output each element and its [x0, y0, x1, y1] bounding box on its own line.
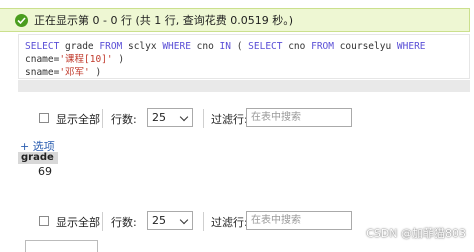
sql-line-2: sname='邓军' ): [25, 66, 463, 79]
filter-rows-input[interactable]: 在表中搜索: [246, 108, 352, 127]
sql-token: WHERE: [162, 41, 191, 52]
rows-select-value: 25: [152, 111, 166, 124]
chevron-down-icon: [179, 112, 189, 122]
query-actions-bar: [18, 80, 470, 92]
sql-token: grade: [59, 41, 100, 52]
success-message-bar: 正在显示第 0 - 0 行 (共 1 行, 查询花费 0.0519 秒。): [0, 8, 470, 32]
divider: [203, 212, 204, 231]
sql-token: FROM: [99, 41, 123, 52]
filter-label: 过滤行:: [211, 113, 248, 126]
divider: [102, 212, 103, 231]
show-all-checkbox[interactable]: [39, 216, 49, 226]
rows-label: 行数:: [111, 113, 137, 126]
sql-token: ): [112, 54, 125, 65]
show-all-label[interactable]: 显示全部: [56, 214, 100, 230]
show-all-checkbox[interactable]: [39, 113, 49, 123]
filter-label: 过滤行:: [211, 216, 248, 229]
check-icon: [15, 13, 28, 27]
sql-token: IN: [219, 41, 231, 52]
sql-token: sname=: [25, 67, 60, 78]
divider: [102, 109, 103, 128]
chevron-down-icon: [179, 215, 189, 225]
navigation-bar-top: 显示全部 行数: 25 过滤行: 在表中搜索: [0, 108, 474, 130]
sql-token: FROM: [311, 41, 334, 52]
sql-token: sclyx: [122, 41, 163, 52]
query-results-operations-box: [25, 240, 98, 252]
sql-token: '邓军': [59, 67, 90, 78]
sql-token: cno: [190, 41, 220, 52]
sql-token: cno: [282, 41, 312, 52]
divider: [203, 109, 204, 128]
sql-token: '课程[10]': [59, 54, 113, 65]
column-header-grade[interactable]: grade: [18, 152, 58, 164]
sql-query-box[interactable]: SELECT grade FROM sclyx WHERE cno IN ( S…: [18, 34, 470, 79]
rows-label: 行数:: [111, 216, 137, 229]
sql-token: cname=: [25, 54, 60, 65]
watermark: CSDN @加菲猫803: [366, 227, 466, 240]
success-message-text: 正在显示第 0 - 0 行 (共 1 行, 查询花费 0.0519 秒。): [34, 14, 293, 27]
filter-rows-input[interactable]: 在表中搜索: [246, 211, 352, 230]
sql-line-1: SELECT grade FROM sclyx WHERE cno IN ( S…: [25, 40, 463, 66]
sql-token: WHERE: [396, 41, 426, 52]
rows-select-value: 25: [152, 214, 166, 227]
sql-token: SELECT: [25, 41, 60, 52]
rows-select[interactable]: 25: [147, 108, 193, 127]
sql-token: (: [230, 41, 249, 52]
show-all-label[interactable]: 显示全部: [56, 111, 100, 127]
sql-token: ): [89, 67, 102, 78]
sql-token: courselyu: [333, 41, 397, 52]
rows-select[interactable]: 25: [147, 211, 193, 230]
table-cell: 69: [38, 165, 52, 178]
sql-token: SELECT: [248, 41, 283, 52]
